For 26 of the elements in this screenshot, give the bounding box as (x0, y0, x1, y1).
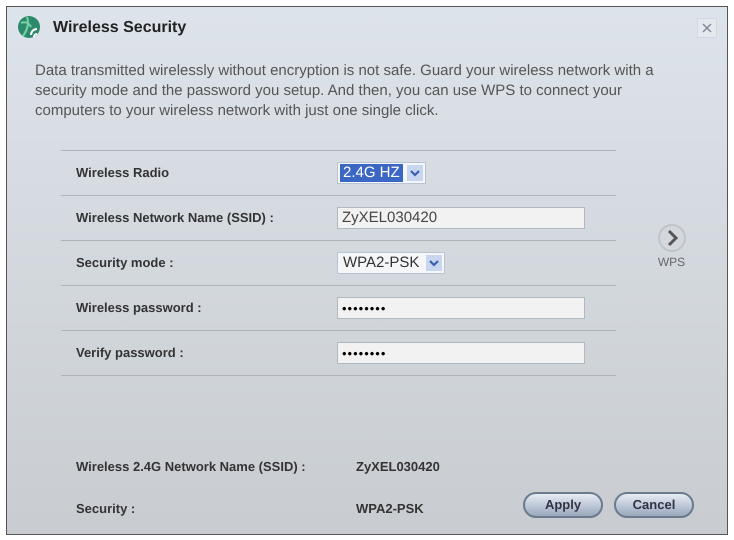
dropdown[interactable]: WPA2-PSK (337, 252, 446, 274)
field-label: Verify password : (75, 344, 185, 362)
password-field[interactable]: •••••••• (337, 297, 585, 319)
dialog-button[interactable]: Cancel (614, 492, 694, 518)
window-title: Wireless Security (53, 18, 188, 38)
field-label: Wireless password : (75, 299, 203, 318)
password-field[interactable]: •••••••• (337, 342, 585, 364)
wps-button[interactable]: WPS (656, 223, 686, 271)
field-label: Wireless Network Name (SSID) : (75, 209, 275, 228)
close-icon (702, 23, 712, 33)
close-button[interactable] (697, 18, 717, 38)
field-label: Wireless Radio (75, 164, 170, 182)
summary-label: Wireless 2.4G Network Name (SSID) : (76, 458, 307, 476)
input-field[interactable]: ZyXEL030420 (337, 207, 585, 229)
dialog-button[interactable]: Apply (523, 492, 603, 518)
field-label: Security mode : (75, 254, 175, 272)
dropdown[interactable]: 2.4G HZ (337, 162, 426, 184)
summary-label: Security : (76, 500, 136, 518)
summary-value: ZyXEL030420 (356, 458, 440, 476)
chevron-down-icon (426, 255, 442, 271)
dropdown-value: 2.4G HZ (340, 164, 403, 182)
chevron-down-icon (406, 165, 423, 181)
summary-value: WPA2-PSK (356, 500, 424, 518)
description: Data transmitted wirelessly without encryption is not safe. Guard your wireless network with a security mode and the password you setup. And then, you can use WPS to connect your computers to your wireless network with just one single click. (34, 61, 655, 121)
dropdown-value: WPA2-PSK (342, 254, 420, 272)
chevron-right-icon (656, 223, 686, 253)
